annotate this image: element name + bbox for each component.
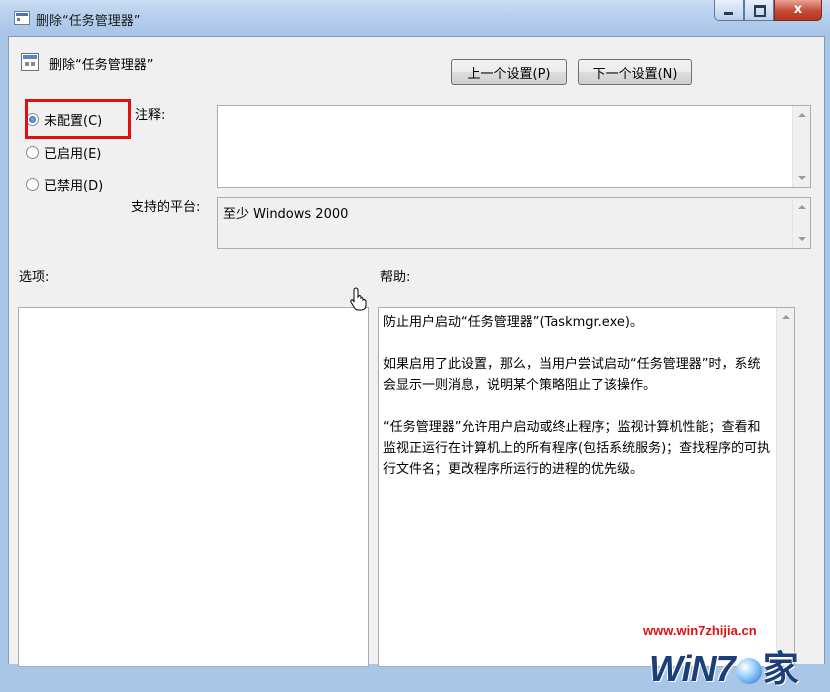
supported-on-field: 至少 Windows 2000 bbox=[217, 197, 811, 249]
help-text: 防止用户启动“任务管理器”(Taskmgr.exe)。 如果启用了此设置，那么，… bbox=[383, 312, 772, 501]
supported-on-value: 至少 Windows 2000 bbox=[223, 207, 349, 222]
policy-title: 删除“任务管理器” bbox=[49, 58, 154, 73]
radio-enabled[interactable]: 已启用(E) bbox=[26, 143, 101, 162]
help-scrollbar[interactable] bbox=[776, 308, 794, 666]
watermark-url: www.win7zhijia.cn bbox=[643, 623, 757, 638]
comment-label: 注释: bbox=[135, 108, 166, 123]
scroll-up-arrow-icon[interactable] bbox=[798, 113, 806, 117]
previous-setting-button[interactable]: 上一个设置(P) bbox=[451, 59, 567, 85]
radio-enabled-label: 已启用(E) bbox=[44, 147, 102, 162]
supported-on-scrollbar[interactable] bbox=[792, 198, 810, 248]
close-button[interactable]: x bbox=[774, 0, 822, 21]
watermark-logo-suffix: 家 bbox=[762, 648, 799, 689]
hand-cursor-icon bbox=[350, 287, 367, 311]
help-label: 帮助: bbox=[380, 270, 411, 285]
help-paragraph: “任务管理器”允许用户启动或终止程序；监视计算机性能；查看和监视正运行在计算机上… bbox=[383, 420, 771, 477]
maximize-button[interactable] bbox=[744, 0, 774, 21]
close-icon: x bbox=[793, 2, 803, 17]
policy-window-icon bbox=[14, 11, 30, 25]
title-bar[interactable]: 删除“任务管理器” x bbox=[0, 0, 830, 36]
scroll-down-arrow-icon[interactable] bbox=[798, 237, 806, 241]
options-pane bbox=[18, 307, 369, 667]
window-title: 删除“任务管理器” bbox=[36, 14, 141, 29]
next-setting-button[interactable]: 下一个设置(N) bbox=[578, 59, 692, 85]
minimize-button[interactable] bbox=[714, 0, 744, 21]
options-label: 选项: bbox=[19, 270, 50, 285]
watermark-logo-text: WiN7 bbox=[649, 648, 736, 689]
radio-disabled[interactable]: 已禁用(D) bbox=[26, 175, 103, 194]
supported-on-label: 支持的平台: bbox=[131, 200, 201, 215]
help-pane: 防止用户启动“任务管理器”(Taskmgr.exe)。 如果启用了此设置，那么，… bbox=[378, 307, 795, 667]
scroll-down-arrow-icon[interactable] bbox=[798, 176, 806, 180]
highlight-annotation-box bbox=[25, 99, 131, 139]
policy-setting-icon bbox=[21, 53, 39, 71]
scroll-up-arrow-icon[interactable] bbox=[782, 315, 790, 319]
logo-ball-icon bbox=[735, 658, 762, 685]
dialog-client-area: 删除“任务管理器” 上一个设置(P) 下一个设置(N) 未配置(C) 已启用(E… bbox=[8, 36, 825, 689]
comment-scrollbar[interactable] bbox=[792, 106, 810, 187]
help-paragraph: 如果启用了此设置，那么，当用户尝试启动“任务管理器”时，系统会显示一则消息，说明… bbox=[383, 357, 761, 393]
radio-enabled-indicator[interactable] bbox=[26, 146, 39, 159]
window-controls: x bbox=[714, 0, 822, 22]
scroll-up-arrow-icon[interactable] bbox=[798, 205, 806, 209]
radio-disabled-indicator[interactable] bbox=[26, 178, 39, 191]
watermark-logo: WiN7 家 bbox=[649, 640, 814, 689]
help-paragraph: 防止用户启动“任务管理器”(Taskmgr.exe)。 bbox=[383, 315, 643, 330]
comment-textarea[interactable] bbox=[217, 105, 811, 188]
radio-disabled-label: 已禁用(D) bbox=[44, 179, 104, 194]
